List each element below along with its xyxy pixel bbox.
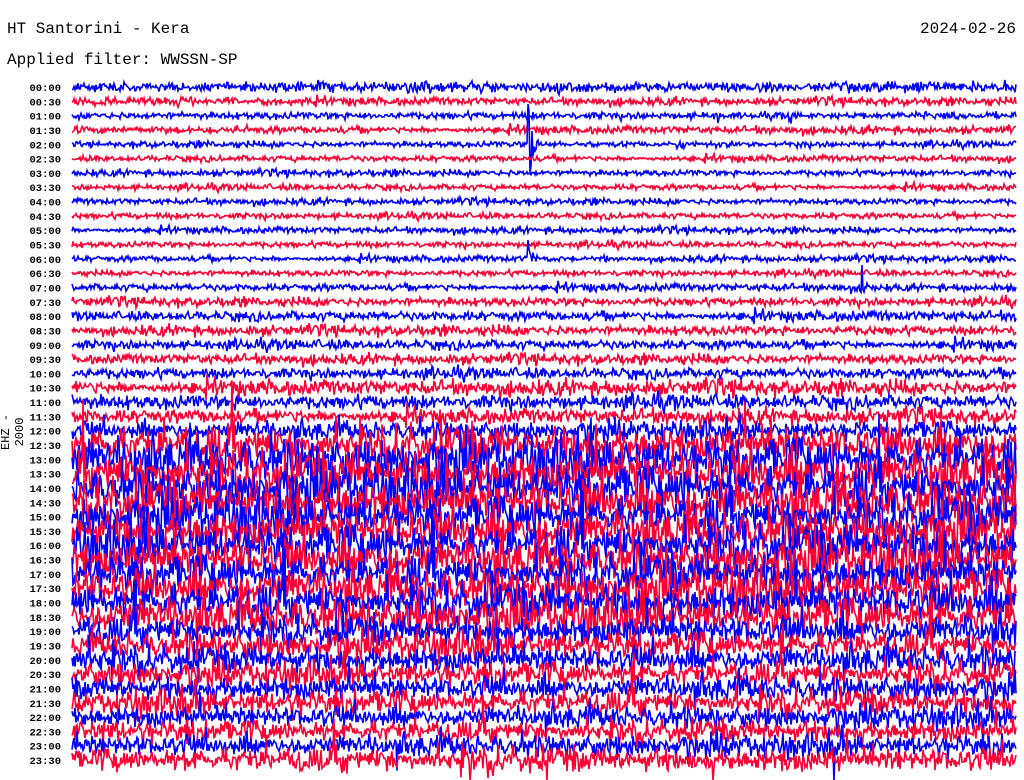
row-time-label: 15:00 bbox=[29, 513, 61, 525]
row-time-label: 00:30 bbox=[29, 97, 61, 109]
row-time-label: 03:30 bbox=[29, 183, 61, 195]
row-time-label: 15:30 bbox=[29, 527, 61, 539]
row-time-label: 06:00 bbox=[29, 255, 61, 267]
trace-0100 bbox=[71, 108, 1017, 125]
row-time-label: 14:30 bbox=[29, 498, 61, 510]
trace-0530 bbox=[71, 238, 1017, 252]
trace-0500 bbox=[71, 222, 1017, 238]
row-time-label: 22:00 bbox=[29, 713, 61, 725]
row-time-label: 19:30 bbox=[29, 641, 61, 653]
trace-0130 bbox=[71, 122, 1017, 138]
trace-0730 bbox=[71, 293, 1017, 312]
trace-0000 bbox=[71, 78, 1017, 98]
row-time-label: 00:00 bbox=[29, 83, 61, 95]
row-time-label: 02:00 bbox=[29, 140, 61, 152]
row-time-label: 03:00 bbox=[29, 169, 61, 181]
row-time-label: 20:30 bbox=[29, 670, 61, 682]
row-time-label: 10:00 bbox=[29, 369, 61, 381]
trace-0830 bbox=[71, 322, 1017, 339]
row-time-label: 09:00 bbox=[29, 341, 61, 353]
trace-0800 bbox=[71, 306, 1017, 325]
trace-1000 bbox=[71, 363, 1017, 383]
helicorder-plot: 00:00 00:30 01:00 01:30 02:00 02:30 03:00 03:30… bbox=[29, 78, 1017, 780]
row-time-label: 07:00 bbox=[29, 283, 61, 295]
row-time-label: 02:30 bbox=[29, 155, 61, 167]
trace-0300 bbox=[71, 165, 1017, 180]
row-time-label: 07:30 bbox=[29, 298, 61, 310]
trace-0030 bbox=[71, 93, 1017, 110]
trace-0930 bbox=[71, 351, 1017, 369]
row-time-label: 20:00 bbox=[29, 656, 61, 668]
row-time-label: 21:00 bbox=[29, 684, 61, 696]
row-time-label: 14:00 bbox=[29, 484, 61, 496]
row-time-label: 08:00 bbox=[29, 312, 61, 324]
row-time-label: 09:30 bbox=[29, 355, 61, 367]
row-time-label: 16:00 bbox=[29, 541, 61, 553]
row-time-label: 23:30 bbox=[29, 756, 61, 768]
row-time-label: 12:30 bbox=[29, 441, 61, 453]
trace-0400 bbox=[71, 194, 1017, 209]
trace-0630 bbox=[71, 266, 1017, 281]
trace-0900 bbox=[71, 335, 1017, 354]
row-time-label: 10:30 bbox=[29, 384, 61, 396]
row-time-label: 05:00 bbox=[29, 226, 61, 238]
trace-0700 bbox=[71, 264, 1017, 295]
row-time-label: 12:00 bbox=[29, 427, 61, 439]
row-time-label: 13:30 bbox=[29, 470, 61, 482]
row-time-label: 16:30 bbox=[29, 556, 61, 568]
row-time-label: 19:00 bbox=[29, 627, 61, 639]
row-time-label: 01:30 bbox=[29, 126, 61, 138]
row-time-label: 13:00 bbox=[29, 455, 61, 467]
row-time-label: 04:00 bbox=[29, 198, 61, 210]
row-time-label: 22:30 bbox=[29, 727, 61, 739]
row-time-label: 11:30 bbox=[29, 412, 61, 424]
row-time-label: 08:30 bbox=[29, 326, 61, 338]
row-time-label: 05:30 bbox=[29, 241, 61, 253]
row-time-label: 17:00 bbox=[29, 570, 61, 582]
trace-1030 bbox=[71, 374, 1017, 401]
row-time-label: 01:00 bbox=[29, 112, 61, 124]
row-time-label: 06:30 bbox=[29, 269, 61, 281]
row-time-label: 18:00 bbox=[29, 599, 61, 611]
trace-0330 bbox=[71, 179, 1017, 195]
trace-0430 bbox=[71, 209, 1017, 224]
row-time-label: 04:30 bbox=[29, 212, 61, 224]
row-time-label: 17:30 bbox=[29, 584, 61, 596]
row-time-label: 11:00 bbox=[29, 398, 61, 410]
row-time-label: 18:30 bbox=[29, 613, 61, 625]
row-time-label: 23:00 bbox=[29, 742, 61, 754]
row-time-label: 21:30 bbox=[29, 699, 61, 711]
trace-0230 bbox=[71, 150, 1017, 166]
